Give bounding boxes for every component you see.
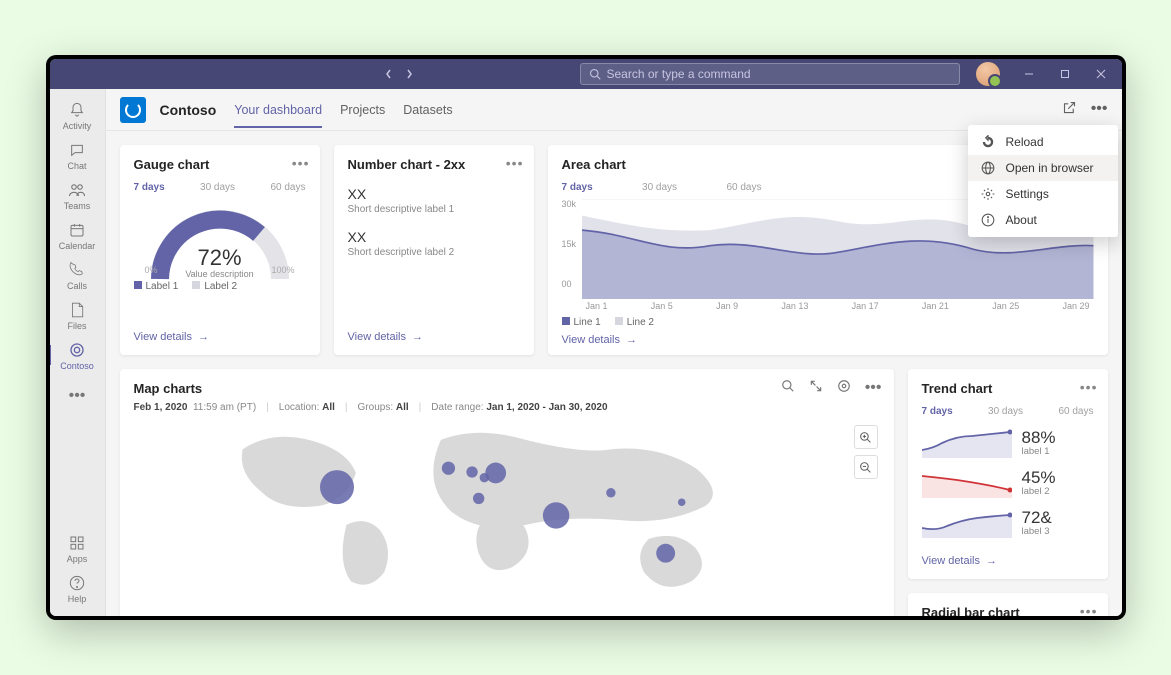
menu-reload[interactable]: Reload bbox=[968, 129, 1118, 155]
app-header: Contoso Your dashboard Projects Datasets… bbox=[106, 89, 1122, 131]
window-maximize-button[interactable] bbox=[1048, 59, 1082, 89]
menu-about[interactable]: About bbox=[968, 207, 1118, 233]
radial-title: Radial bar chart bbox=[922, 605, 1094, 616]
trend-range-60[interactable]: 60 days bbox=[1058, 406, 1093, 417]
user-avatar[interactable] bbox=[976, 62, 1000, 86]
trend-range-30[interactable]: 30 days bbox=[988, 406, 1023, 417]
contoso-icon bbox=[69, 341, 85, 359]
map-chart-card: Map charts ••• Feb 1, 2020 11:59 am (PT)… bbox=[120, 369, 894, 616]
phone-icon bbox=[69, 261, 85, 279]
reload-icon bbox=[980, 135, 996, 149]
search-input[interactable]: Search or type a command bbox=[580, 63, 960, 85]
nav-forward-button[interactable] bbox=[400, 65, 418, 83]
search-placeholder: Search or type a command bbox=[607, 67, 751, 81]
header-overflow-menu: Reload Open in browser Settings Abo bbox=[968, 125, 1118, 237]
gauge-view-details[interactable]: View details→ bbox=[134, 331, 306, 343]
menu-settings[interactable]: Settings bbox=[968, 181, 1118, 207]
apps-icon bbox=[69, 534, 85, 552]
map-expand-icon[interactable] bbox=[809, 379, 823, 398]
header-more-button[interactable]: ••• bbox=[1091, 100, 1108, 120]
globe-icon bbox=[980, 161, 996, 175]
number-more-button[interactable]: ••• bbox=[506, 155, 524, 171]
trend-chart-card: Trend chart ••• 7 days 30 days 60 days 8… bbox=[908, 369, 1108, 579]
app-logo bbox=[120, 97, 146, 123]
map-settings-icon[interactable] bbox=[837, 379, 851, 398]
area-range-60[interactable]: 60 days bbox=[726, 182, 761, 193]
gauge-range-60[interactable]: 60 days bbox=[270, 182, 305, 193]
world-map[interactable] bbox=[134, 421, 880, 591]
rail-chat[interactable]: Chat bbox=[50, 135, 106, 175]
app-rail: Activity Chat Teams Calendar Calls bbox=[50, 89, 106, 616]
number-title: Number chart - 2xx bbox=[348, 157, 520, 172]
gauge-title: Gauge chart bbox=[134, 157, 306, 172]
trend-view-details[interactable]: View details→ bbox=[922, 555, 1094, 567]
tab-projects[interactable]: Projects bbox=[340, 91, 385, 128]
tab-datasets[interactable]: Datasets bbox=[403, 91, 452, 128]
map-more-button[interactable]: ••• bbox=[865, 379, 882, 398]
info-icon bbox=[980, 213, 996, 227]
rail-contoso[interactable]: Contoso bbox=[50, 335, 106, 375]
search-icon bbox=[589, 68, 601, 80]
rail-teams[interactable]: Teams bbox=[50, 175, 106, 215]
trend-range-7[interactable]: 7 days bbox=[922, 406, 953, 417]
file-icon bbox=[70, 301, 84, 319]
trend-row-1: 88%label 1 bbox=[922, 428, 1094, 458]
area-range-7[interactable]: 7 days bbox=[562, 182, 593, 193]
map-zoom-in[interactable] bbox=[854, 425, 878, 449]
trend-row-3: 72&label 3 bbox=[922, 508, 1094, 538]
rail-calls[interactable]: Calls bbox=[50, 255, 106, 295]
trend-more-button[interactable]: ••• bbox=[1080, 379, 1098, 395]
teams-icon bbox=[68, 181, 86, 199]
rail-files[interactable]: Files bbox=[50, 295, 106, 335]
bell-icon bbox=[69, 101, 85, 119]
calendar-icon bbox=[69, 221, 85, 239]
map-search-icon[interactable] bbox=[781, 379, 795, 398]
area-range-30[interactable]: 30 days bbox=[642, 182, 677, 193]
area-view-details[interactable]: View details→ bbox=[562, 334, 1094, 346]
rail-more-button[interactable]: ••• bbox=[61, 379, 94, 413]
tab-your-dashboard[interactable]: Your dashboard bbox=[234, 91, 322, 128]
window-titlebar: Search or type a command bbox=[50, 59, 1122, 89]
rail-apps[interactable]: Apps bbox=[50, 528, 106, 568]
app-name: Contoso bbox=[160, 102, 217, 118]
map-title: Map charts bbox=[134, 381, 880, 396]
rail-activity[interactable]: Activity bbox=[50, 95, 106, 135]
map-meta: Feb 1, 2020 11:59 am (PT)| Location: All… bbox=[134, 402, 880, 413]
nav-back-button[interactable] bbox=[380, 65, 398, 83]
radial-more-button[interactable]: ••• bbox=[1080, 603, 1098, 616]
map-zoom-out[interactable] bbox=[854, 455, 878, 479]
rail-help[interactable]: Help bbox=[50, 568, 106, 608]
gauge-more-button[interactable]: ••• bbox=[292, 155, 310, 171]
settings-icon bbox=[980, 187, 996, 201]
radial-bar-chart-card: Radial bar chart ••• bbox=[908, 593, 1108, 616]
number-chart-card: Number chart - 2xx ••• XX Short descript… bbox=[334, 145, 534, 355]
chat-icon bbox=[69, 141, 85, 159]
help-icon bbox=[69, 574, 85, 592]
rail-calendar[interactable]: Calendar bbox=[50, 215, 106, 255]
popout-icon[interactable] bbox=[1062, 100, 1077, 120]
gauge-chart-card: Gauge chart ••• 7 days 30 days 60 days bbox=[120, 145, 320, 355]
menu-open-in-browser[interactable]: Open in browser bbox=[968, 155, 1118, 181]
trend-row-2: 45%label 2 bbox=[922, 468, 1094, 498]
number-view-details[interactable]: View details→ bbox=[348, 331, 520, 343]
gauge-range-30[interactable]: 30 days bbox=[200, 182, 235, 193]
window-minimize-button[interactable] bbox=[1012, 59, 1046, 89]
window-close-button[interactable] bbox=[1084, 59, 1118, 89]
gauge-range-7[interactable]: 7 days bbox=[134, 182, 165, 193]
trend-title: Trend chart bbox=[922, 381, 1094, 396]
